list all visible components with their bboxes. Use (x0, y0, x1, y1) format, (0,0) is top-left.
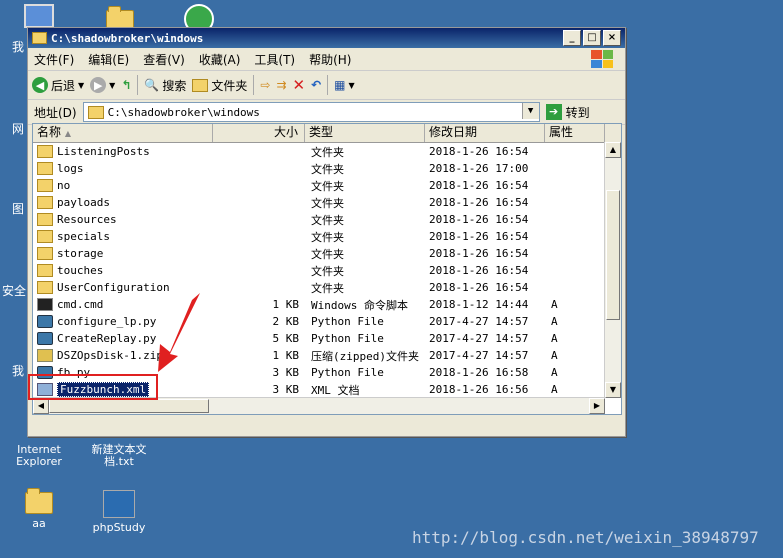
red-highlight-box (28, 374, 158, 400)
annotation-overlay (158, 293, 200, 372)
red-arrow-annotation (158, 293, 200, 372)
watermark-text: http://blog.csdn.net/weixin_38948797 (412, 528, 759, 547)
